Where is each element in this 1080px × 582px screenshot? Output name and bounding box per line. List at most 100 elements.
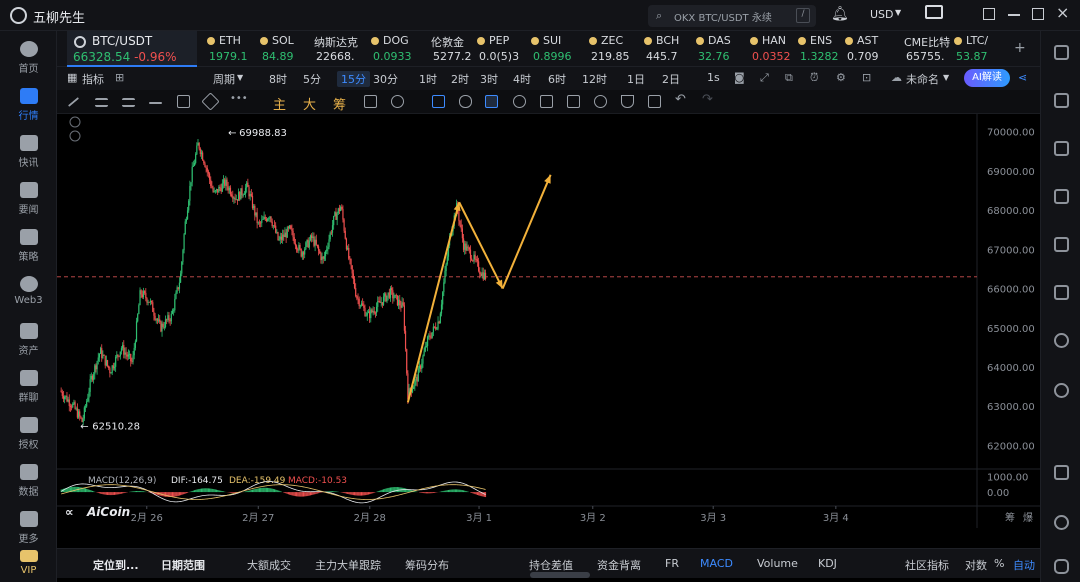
parallel-tool-icon[interactable] — [122, 98, 135, 107]
trade-icon[interactable] — [1054, 141, 1069, 156]
interval-option[interactable]: 6时 — [548, 71, 566, 87]
big-order-button[interactable]: 大 — [303, 94, 316, 113]
bottom-tab[interactable]: 资金背离 — [597, 557, 641, 573]
sidebar-item-chat[interactable]: 群聊 — [0, 366, 57, 410]
interval-option[interactable]: 1日 — [627, 71, 645, 87]
ticker-active-btc[interactable]: BTC/USDT 66328.54 -0.96% — [67, 31, 197, 67]
collapse-toggle-icon[interactable] — [69, 116, 81, 128]
ticker-item[interactable]: 纳斯达克 22668. — [312, 31, 367, 67]
pen-tool-icon[interactable] — [485, 95, 498, 108]
bottom-tab[interactable]: 定位到... — [93, 557, 139, 573]
sidebar-item-home[interactable]: 首页 — [0, 37, 57, 81]
alert-icon[interactable]: ⏰︎ — [810, 71, 819, 85]
bottom-tab[interactable]: 持仓差值 — [529, 557, 573, 573]
interval-option[interactable]: 2日 — [662, 71, 680, 87]
support-icon[interactable] — [1054, 515, 1069, 530]
ray-tool-icon[interactable] — [149, 102, 162, 104]
realtime-button[interactable]: 1s — [707, 71, 720, 84]
ticker-item[interactable]: AST 0.709 — [843, 31, 900, 67]
redo-icon[interactable]: ↷ — [702, 92, 715, 107]
interval-option[interactable]: 2时 — [451, 71, 469, 87]
sidebar-item-vip[interactable]: VIP — [0, 546, 57, 582]
popout-icon[interactable] — [983, 8, 995, 20]
ticker-item[interactable]: 伦敦金 5277.2 — [429, 31, 472, 67]
trendline-tool-icon[interactable] — [67, 97, 80, 107]
select-tool-icon[interactable] — [432, 95, 445, 108]
ticker-item[interactable]: LTC/53.87 — [952, 31, 997, 67]
interval-option[interactable]: 1时 — [419, 71, 437, 87]
panel-icon[interactable] — [1054, 465, 1069, 480]
undo-icon[interactable]: ↶ — [675, 92, 688, 107]
sidebar-item-more[interactable]: 更多 — [0, 507, 57, 551]
ticker-item[interactable]: PEP 0.0(5)3 — [475, 31, 527, 67]
bottom-tab[interactable]: 社区指标 — [905, 557, 949, 573]
ticker-item[interactable]: BCH 445.7 — [642, 31, 692, 67]
bottom-tab[interactable]: 日期范围 — [161, 557, 205, 573]
bottom-tab[interactable]: Volume — [757, 557, 798, 570]
indicator-button[interactable]: 指标 — [82, 71, 104, 87]
ticker-item[interactable]: ENS 1.3282 — [796, 31, 840, 67]
close-icon[interactable]: × — [1056, 3, 1069, 22]
magnet-icon[interactable] — [364, 95, 377, 108]
layout-icon[interactable] — [1054, 45, 1069, 60]
maximize-icon[interactable] — [1032, 8, 1044, 20]
bottom-tab[interactable]: 主力大单跟踪 — [315, 557, 381, 573]
brush-tool-icon[interactable] — [201, 92, 220, 111]
compare-icon[interactable]: ⧉ — [785, 71, 793, 85]
minimize-icon[interactable] — [1008, 14, 1020, 16]
bottom-tab[interactable]: 大额成交 — [247, 557, 291, 573]
list-icon[interactable] — [1054, 237, 1069, 252]
sidebar-item-headlines[interactable]: 要闻 — [0, 178, 57, 222]
pattern-icon[interactable] — [513, 95, 526, 108]
settings-icon[interactable]: ⚙︎ — [836, 71, 846, 84]
search-input[interactable]: ⌕ OKX BTC/USDT 永续 / — [648, 5, 816, 27]
filter-icon[interactable] — [621, 95, 634, 108]
lock-icon[interactable] — [540, 95, 553, 108]
bottom-tab[interactable]: % — [994, 557, 1004, 570]
interval-option[interactable]: 8时 — [269, 71, 287, 87]
bottom-tab[interactable]: 筹码分布 — [405, 557, 449, 573]
chart-type-icon[interactable]: ⊞ — [115, 71, 124, 84]
ticker-item[interactable]: HAN 0.0352 — [748, 31, 798, 67]
period-button[interactable]: 周期 — [213, 71, 235, 87]
bot-icon[interactable] — [1054, 559, 1069, 574]
interval-option[interactable]: 15分 — [337, 71, 370, 87]
sidebar-item-market[interactable]: 行情 — [0, 84, 57, 128]
ticker-item[interactable]: ETH 1979.1 — [205, 31, 255, 67]
bell-icon[interactable]: 🔔︎ — [831, 6, 849, 22]
collapse-toggle-icon[interactable] — [69, 130, 81, 142]
sidebar-item-web3[interactable]: Web3 — [0, 272, 57, 316]
bottom-tab[interactable]: 自动 — [1013, 557, 1035, 573]
magic-icon[interactable] — [594, 95, 607, 108]
interval-option[interactable]: 4时 — [513, 71, 531, 87]
interval-option[interactable]: 3时 — [480, 71, 498, 87]
ticker-item[interactable]: CME比特 65755. — [902, 31, 950, 67]
bottom-tab[interactable]: FR — [665, 557, 679, 570]
sidebar-item-assets[interactable]: 资产 — [0, 319, 57, 363]
sidebar-item-authorize[interactable]: 授权 — [0, 413, 57, 457]
interval-option[interactable]: 12时 — [582, 71, 607, 87]
bottom-tab[interactable]: 对数 — [965, 557, 987, 573]
exchange-icon[interactable] — [1054, 383, 1069, 398]
erase-icon[interactable] — [391, 95, 404, 108]
orderbook-icon[interactable] — [1054, 93, 1069, 108]
ticker-item[interactable]: SOL 84.89 — [258, 31, 308, 67]
trash-icon[interactable] — [648, 95, 661, 108]
bottom-tab[interactable]: MACD — [700, 557, 733, 570]
hexagon-icon[interactable] — [1054, 333, 1069, 348]
interval-option[interactable]: 5分 — [303, 71, 321, 87]
add-ticker-button[interactable]: + — [1014, 40, 1026, 56]
ticker-item[interactable]: SUI 0.8996 — [529, 31, 584, 67]
price-chart[interactable]: 70000.00 69000.00 68000.00 67000.00 66000.00… — [57, 114, 1040, 528]
axis-extra-label[interactable]: 筹 — [1005, 511, 1015, 524]
axis-extra-label[interactable]: 爆 — [1023, 512, 1033, 524]
interval-option[interactable]: 30分 — [373, 71, 398, 87]
rectangle-tool-icon[interactable] — [177, 95, 190, 108]
card-icon[interactable] — [1054, 285, 1069, 300]
share-icon[interactable]: ⋖ — [1018, 71, 1027, 84]
sidebar-item-strategy[interactable]: 策略 — [0, 225, 57, 269]
bottom-tab[interactable]: KDJ — [818, 557, 837, 570]
camera-icon[interactable]: ◙ — [734, 71, 745, 84]
ticker-item[interactable]: ZEC 219.85 — [587, 31, 637, 67]
currency-select[interactable]: USD — [870, 8, 894, 21]
